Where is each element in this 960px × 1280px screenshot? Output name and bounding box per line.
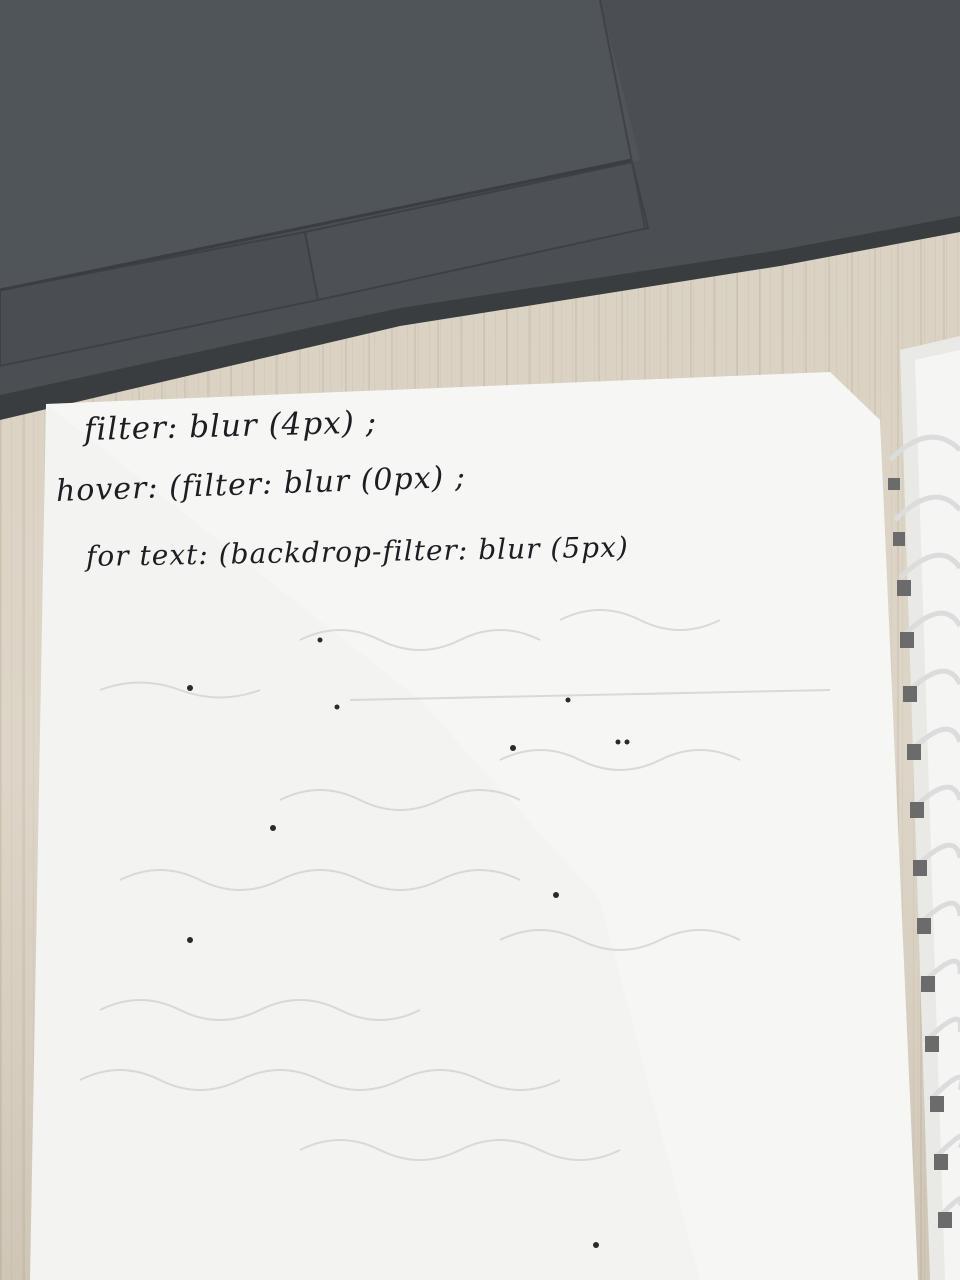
handwritten-line-backdrop-filter: for text: (backdrop-filter: blur (5px) [85,530,630,573]
notebook-page: filter: blur (4px) ; hover: (filter: blu… [0,0,960,1280]
handwritten-line-hover: hover: (filter: blur (0px) ; [55,459,467,509]
handwritten-line-filter-blur: filter: blur (4px) ; [83,404,378,448]
